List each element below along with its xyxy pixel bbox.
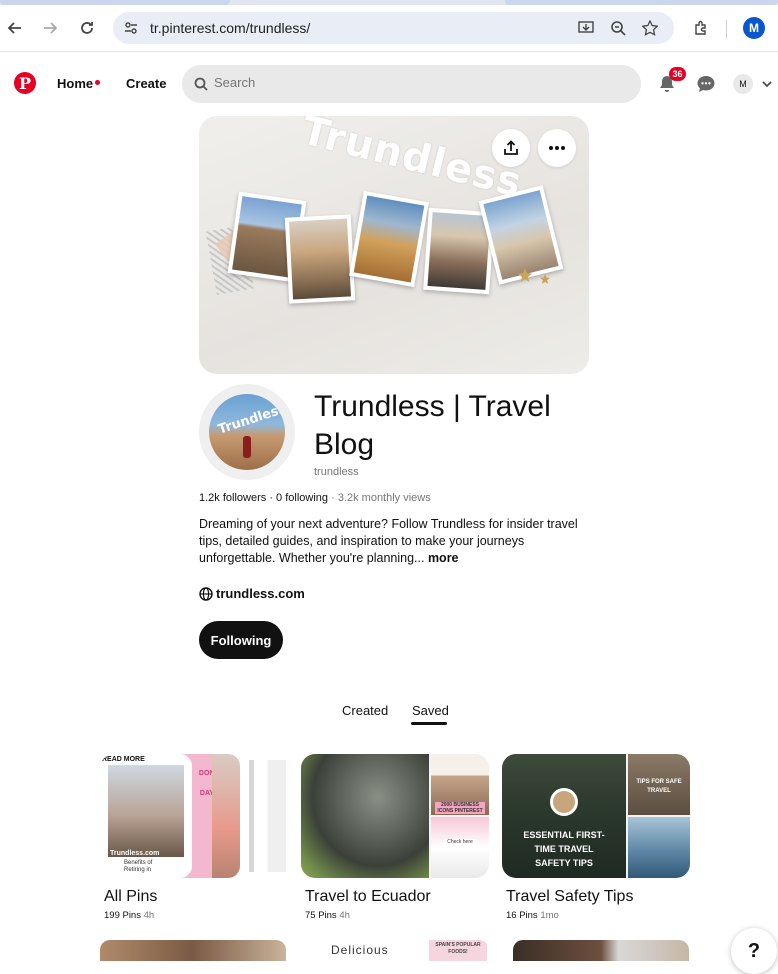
board-meta: 16 Pins 1mo: [506, 910, 559, 921]
pin-text: SPAIN'S POPULAR FOODS!: [429, 940, 487, 961]
profile-name: Trundless | Travel Blog: [314, 390, 551, 461]
board-pin-tile: ESSENTIAL FIRST-TIME TRAVEL SAFETY TIPS: [502, 754, 626, 878]
board-updated-time: 4h: [339, 910, 350, 921]
board-pin-tile: [301, 754, 429, 878]
board-pin-tile: READ MORE Trundless.com Benefits of Reti…: [100, 754, 192, 878]
help-button[interactable]: ?: [731, 928, 777, 974]
stats-separator: ·: [328, 492, 338, 504]
address-bar[interactable]: tr.pinterest.com/trundless/: [113, 12, 674, 44]
avatar-text: Trundless: [216, 401, 285, 438]
board-title[interactable]: Travel Safety Tips: [506, 888, 633, 906]
active-tab-indicator: [411, 722, 447, 725]
website-text[interactable]: trundless.com: [216, 586, 305, 601]
nav-home[interactable]: Home: [57, 76, 93, 91]
collage-photo-street: [284, 214, 356, 304]
board-card-all-pins[interactable]: DON S DAY READ MORE Trundless.com Benefi…: [100, 754, 288, 921]
board-pin-count: 75 Pins: [305, 910, 337, 921]
pin-text: TIPS FOR SAFE TRAVEL: [636, 779, 682, 794]
share-button[interactable]: [492, 129, 530, 167]
pin-logo: [550, 788, 578, 816]
bio-more-link[interactable]: more: [428, 551, 459, 565]
reload-icon[interactable]: [74, 15, 100, 41]
zoom-icon[interactable]: [608, 18, 628, 38]
board-title[interactable]: Travel to Ecuador: [305, 888, 431, 906]
avatar-figure: [243, 436, 251, 458]
profile-username: trundless: [314, 466, 359, 478]
browser-profile-avatar[interactable]: M: [743, 17, 765, 39]
profile-bio: Dreaming of your next adventure? Follow …: [199, 516, 594, 567]
collage-photo-llama: [349, 190, 429, 288]
stats-separator: ·: [266, 492, 277, 504]
board-thumbnail: DON S DAY READ MORE Trundless.com Benefi…: [100, 754, 288, 878]
search-input[interactable]: [214, 75, 614, 90]
url-text[interactable]: tr.pinterest.com/trundless/: [150, 20, 310, 36]
board-meta: 199 Pins 4h: [104, 910, 154, 921]
board-pin-tile: [628, 817, 690, 878]
pin-text: Check here: [443, 839, 477, 846]
pin-text: 2000 BUSINESS ICONS PINTEREST: [435, 802, 485, 814]
board-card-partial[interactable]: [100, 940, 286, 961]
site-settings-icon[interactable]: [121, 18, 141, 38]
board-meta: 75 Pins 4h: [305, 910, 350, 921]
extensions-icon[interactable]: [688, 15, 714, 41]
board-pin-tile: [212, 754, 240, 878]
board-pin-tile: TIPS FOR SAFE TRAVEL: [628, 754, 690, 815]
bio-text: Dreaming of your next adventure? Follow …: [199, 517, 578, 565]
board-thumbnail: ESSENTIAL FIRST-TIME TRAVEL SAFETY TIPS …: [502, 754, 690, 878]
notification-count-badge: 36: [669, 67, 686, 81]
bookmark-star-icon[interactable]: [640, 18, 660, 38]
pinterest-header: P Home Create 36 M: [0, 52, 778, 116]
followers-count[interactable]: 1.2k followers: [199, 492, 266, 504]
search-bar[interactable]: [182, 65, 641, 103]
toolbar-divider: [726, 20, 727, 38]
messages-icon[interactable]: [694, 72, 718, 96]
home-notification-dot: [95, 80, 100, 85]
ellipsis-icon: [549, 146, 565, 150]
cover-title-text: Trundless: [296, 116, 527, 207]
board-updated-time: 4h: [143, 910, 155, 921]
following-count[interactable]: 0 following: [276, 492, 328, 504]
board-card-travel-safety-tips[interactable]: ESSENTIAL FIRST-TIME TRAVEL SAFETY TIPS …: [502, 754, 690, 921]
board-card-partial[interactable]: [513, 940, 689, 961]
board-pin-count: 16 Pins: [506, 910, 538, 921]
board-updated-time: 1mo: [540, 910, 559, 921]
profile-avatar[interactable]: Trundless: [209, 394, 285, 470]
board-pin-tile: Check here: [431, 817, 489, 878]
star-decor-icon: [518, 268, 550, 284]
pin-text: Delicious: [331, 943, 389, 957]
browser-toolbar: tr.pinterest.com/trundless/ M: [0, 5, 778, 52]
board-title[interactable]: All Pins: [104, 888, 157, 906]
pin-photo: [108, 765, 184, 857]
board-thumbnail: 2000 BUSINESS ICONS PINTEREST Check here: [301, 754, 489, 878]
share-icon: [504, 140, 518, 155]
following-button[interactable]: Following: [199, 621, 283, 659]
profile-cover-image: Trundless: [199, 116, 589, 374]
pin-text: Benefits of Retiring in: [124, 860, 153, 873]
tab-created[interactable]: Created: [342, 703, 388, 718]
account-avatar[interactable]: M: [733, 74, 753, 94]
monthly-views: 3.2k monthly views: [337, 492, 431, 504]
tab-saved[interactable]: Saved: [412, 703, 449, 718]
pin-text: ESSENTIAL FIRST-TIME TRAVEL SAFETY TIPS: [523, 830, 605, 868]
board-pin-tile: 2000 BUSINESS ICONS PINTEREST: [431, 754, 489, 815]
pinterest-logo-icon[interactable]: P: [14, 72, 36, 94]
search-icon: [194, 77, 208, 91]
chevron-down-icon[interactable]: [760, 72, 774, 96]
back-arrow-icon[interactable]: [2, 15, 28, 41]
board-pin-count: 199 Pins: [104, 910, 141, 921]
pin-text: READ MORE: [102, 756, 145, 763]
website-link[interactable]: trundless.com: [199, 586, 305, 601]
globe-icon: [199, 586, 213, 601]
board-card-partial[interactable]: Delicious SPAIN'S POPULAR FOODS!: [301, 940, 489, 961]
pin-text: Trundless.com: [110, 850, 160, 857]
forward-arrow-icon[interactable]: [37, 15, 63, 41]
install-app-icon[interactable]: [576, 18, 596, 38]
board-card-travel-to-ecuador[interactable]: 2000 BUSINESS ICONS PINTEREST Check here…: [301, 754, 489, 921]
more-options-button[interactable]: [538, 129, 576, 167]
board-pin-tile: [240, 760, 286, 872]
nav-create[interactable]: Create: [126, 76, 166, 91]
profile-stats: 1.2k followers · 0 following · 3.2k mont…: [199, 492, 431, 504]
